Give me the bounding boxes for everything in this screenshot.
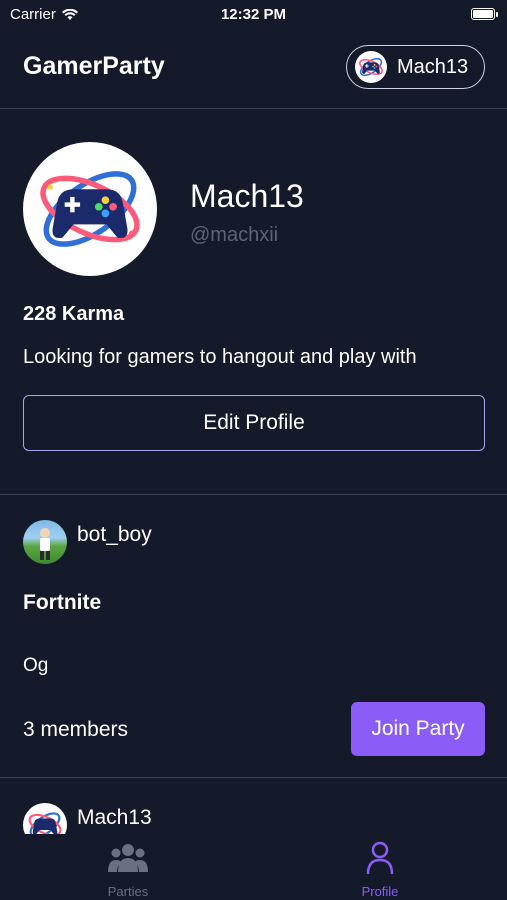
party-member-count: 3 members — [23, 718, 129, 741]
gamepad-logo-icon — [40, 171, 140, 247]
user-avatar — [355, 51, 387, 83]
tab-profile[interactable]: Profile — [300, 834, 460, 900]
host-avatar — [23, 803, 67, 838]
profile-bio: Looking for gamers to hangout and play w… — [23, 346, 417, 368]
tab-parties-label: Parties — [107, 884, 149, 899]
party-card: bot_boy Fortnite Og 3 members Join Party — [0, 495, 507, 778]
edit-profile-button[interactable]: Edit Profile — [23, 395, 485, 451]
player-figure-icon — [40, 528, 50, 560]
party-description: Og — [23, 655, 49, 676]
join-party-button[interactable]: Join Party — [351, 702, 485, 756]
tab-bar: Parties Profile — [0, 834, 507, 900]
profile-name: Mach13 — [190, 178, 304, 214]
profile-avatar — [23, 142, 157, 276]
host-avatar — [23, 520, 67, 564]
user-profile-pill[interactable]: Mach13 — [346, 45, 485, 89]
app-title: GamerParty — [23, 52, 165, 80]
profile-section: Mach13 @machxii 228 Karma Looking for ga… — [0, 108, 507, 495]
person-icon — [366, 841, 394, 875]
navigation-header: GamerParty Mach13 — [0, 30, 507, 109]
user-pill-name: Mach13 — [397, 55, 469, 78]
profile-handle: @machxii — [190, 224, 279, 246]
host-name: Mach13 — [77, 806, 152, 829]
gamepad-logo-icon — [359, 57, 383, 77]
party-game: Fortnite — [23, 591, 102, 614]
people-icon — [108, 844, 148, 872]
party-card: Mach13 — [0, 778, 507, 838]
karma-count: 228 Karma — [23, 303, 125, 325]
tab-profile-label: Profile — [361, 884, 399, 899]
status-bar: Carrier 12:32 PM — [0, 0, 507, 30]
host-name: bot_boy — [77, 523, 152, 546]
clock: 12:32 PM — [220, 6, 287, 23]
battery-icon — [471, 8, 498, 20]
tab-parties[interactable]: Parties — [48, 834, 208, 900]
